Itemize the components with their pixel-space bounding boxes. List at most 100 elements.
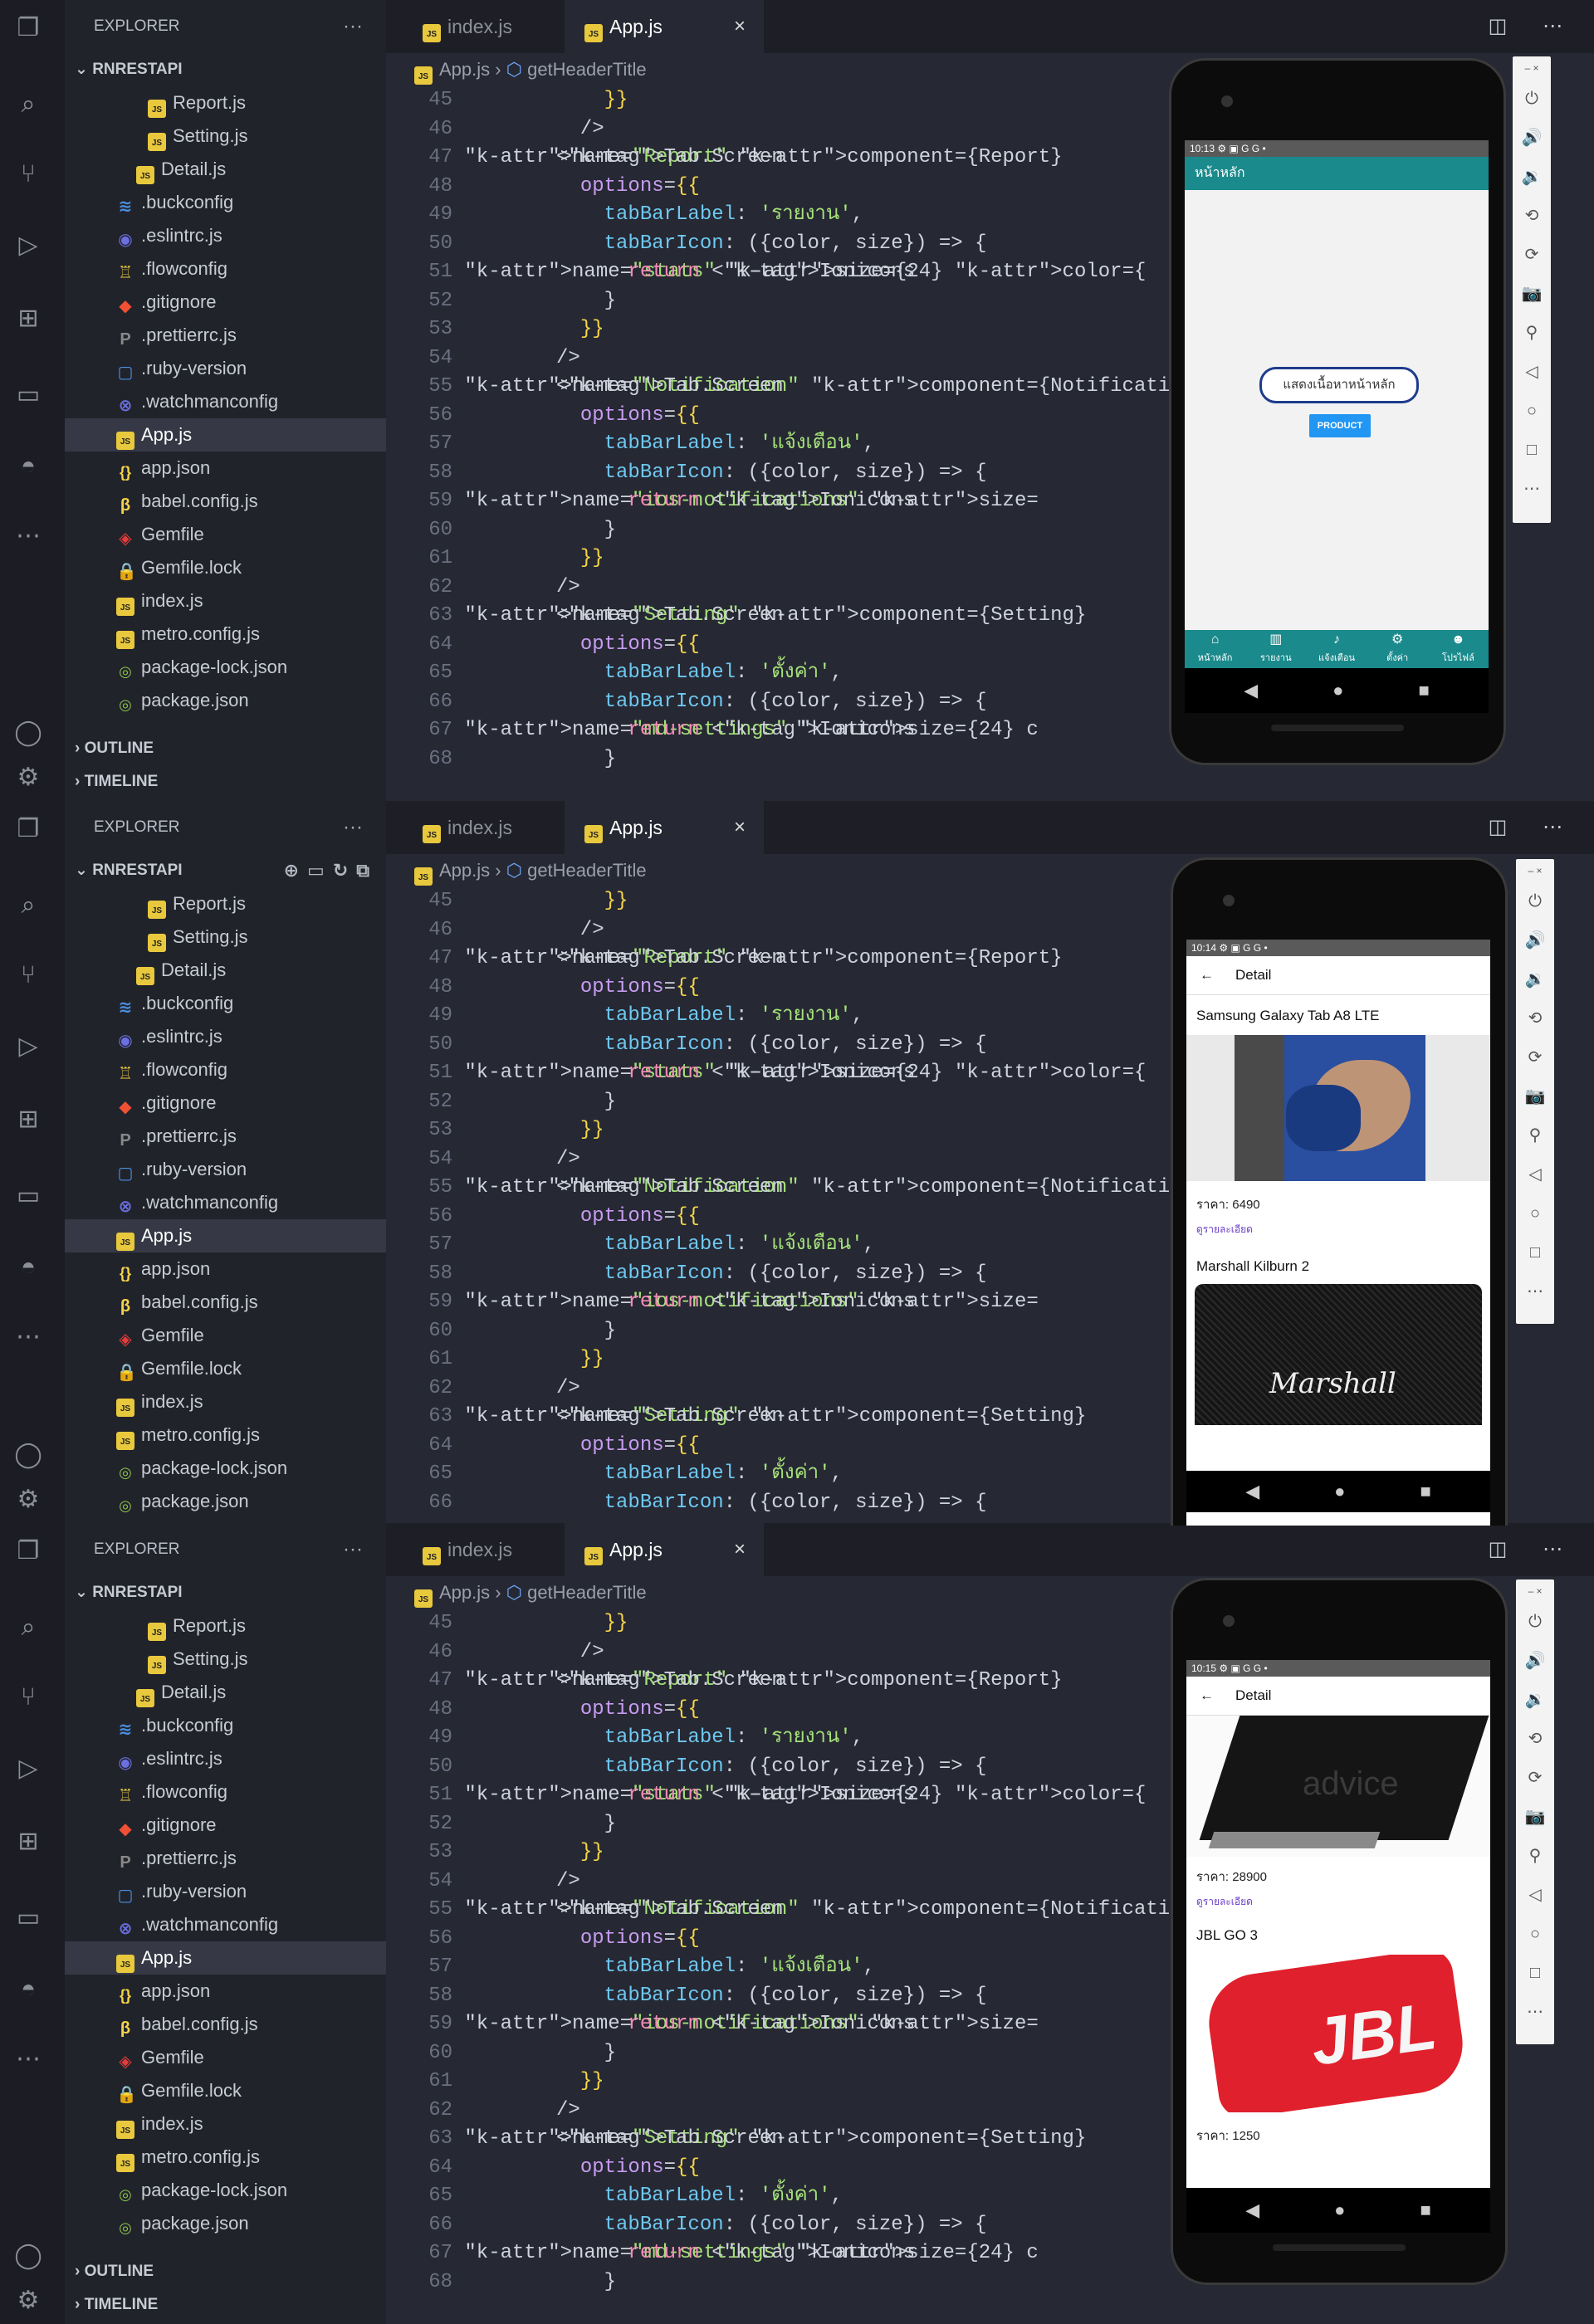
file-item[interactable]: JS App.js	[65, 1219, 386, 1252]
volume-down-icon[interactable]: 🔉	[1516, 1681, 1554, 1720]
detail-link[interactable]: ดูรายละเอียด	[1186, 1890, 1490, 1913]
close-icon[interactable]: ×	[734, 1523, 746, 1576]
file-item[interactable]: JS Detail.js	[65, 153, 386, 186]
run-debug-icon[interactable]: ▷	[12, 1030, 45, 1063]
timeline-section[interactable]: › TIMELINE	[65, 765, 386, 798]
file-item[interactable]: JS metro.config.js	[65, 2141, 386, 2174]
volume-up-icon[interactable]: 🔊	[1516, 1642, 1554, 1681]
file-item[interactable]: ≋ .buckconfig	[65, 987, 386, 1020]
camera-icon[interactable]: 📷	[1516, 1798, 1554, 1837]
nav-recent-icon[interactable]: ■	[1420, 2200, 1430, 2220]
outline-section[interactable]: › OUTLINE	[65, 2255, 386, 2288]
account-icon[interactable]: ◯	[12, 1438, 45, 1472]
home-icon[interactable]: ○	[1513, 392, 1551, 431]
file-item[interactable]: JS App.js	[65, 1941, 386, 1975]
file-item[interactable]: ▢ .ruby-version	[65, 352, 386, 385]
file-item[interactable]: ⊗ .watchmanconfig	[65, 385, 386, 418]
home-icon[interactable]: ○	[1516, 1194, 1554, 1233]
overview-icon[interactable]: □	[1516, 1233, 1554, 1272]
tab-report[interactable]: ▥ รายงาน	[1245, 630, 1306, 668]
account-icon[interactable]: ◯	[12, 2239, 45, 2273]
nav-home-icon[interactable]: ●	[1334, 1481, 1345, 1501]
power-icon[interactable]: ⏻	[1516, 1603, 1554, 1642]
file-item[interactable]: ◈ Gemfile	[65, 2041, 386, 2074]
volume-down-icon[interactable]: 🔉	[1513, 158, 1551, 197]
tab-app-js[interactable]: JS App.js ×	[565, 0, 764, 53]
tab-index-js[interactable]: JS index.js	[403, 801, 580, 854]
tab-index-js[interactable]: JS index.js	[403, 0, 580, 53]
camera-icon[interactable]: 📷	[1513, 275, 1551, 314]
camera-icon[interactable]: 📷	[1516, 1077, 1554, 1116]
nav-back-icon[interactable]: ◀	[1244, 680, 1258, 701]
remote-explorer-icon[interactable]: ▭	[12, 1179, 45, 1213]
file-item[interactable]: β babel.config.js	[65, 1286, 386, 1319]
breadcrumb-file[interactable]: App.js	[439, 860, 490, 881]
files-icon[interactable]: ❐	[12, 1535, 45, 1568]
files-icon[interactable]: ❐	[12, 813, 45, 846]
rotate-right-icon[interactable]: ⟳	[1516, 1759, 1554, 1798]
nav-back-icon[interactable]: ◀	[1245, 1481, 1259, 1501]
breadcrumb-symbol[interactable]: getHeaderTitle	[527, 1582, 646, 1603]
file-item[interactable]: JS Setting.js	[65, 1643, 386, 1676]
breadcrumb-symbol[interactable]: getHeaderTitle	[527, 860, 646, 881]
rotate-left-icon[interactable]: ⟲	[1516, 999, 1554, 1038]
file-item[interactable]: JS Detail.js	[65, 954, 386, 987]
run-debug-icon[interactable]: ▷	[12, 229, 45, 262]
settings-gear-icon[interactable]: ⚙	[12, 1483, 45, 1516]
zoom-icon[interactable]: ⚲	[1513, 314, 1551, 353]
nav-back-icon[interactable]: ◀	[1245, 2200, 1259, 2220]
search-icon[interactable]: ⌕	[12, 1611, 45, 1644]
more-actions-icon[interactable]: ···	[343, 801, 363, 854]
nav-recent-icon[interactable]: ■	[1418, 680, 1429, 701]
file-item[interactable]: JS metro.config.js	[65, 1418, 386, 1452]
home-icon[interactable]: ○	[1516, 1915, 1554, 1954]
file-item[interactable]: JS index.js	[65, 584, 386, 618]
search-icon[interactable]: ⌕	[12, 88, 45, 121]
file-item[interactable]: β babel.config.js	[65, 2008, 386, 2041]
rotate-right-icon[interactable]: ⟳	[1513, 236, 1551, 275]
more-icon[interactable]: ⋯	[12, 520, 45, 553]
file-item[interactable]: ▢ .ruby-version	[65, 1153, 386, 1186]
remote-explorer-icon[interactable]: ▭	[12, 1902, 45, 1935]
tab-app-js[interactable]: JS App.js ×	[565, 801, 764, 854]
docker-icon[interactable]: ◓	[12, 450, 45, 483]
breadcrumb-file[interactable]: App.js	[439, 1582, 490, 1603]
file-item[interactable]: ⊗ .watchmanconfig	[65, 1908, 386, 1941]
volume-down-icon[interactable]: 🔉	[1516, 960, 1554, 999]
extensions-icon[interactable]: ⊞	[12, 302, 45, 335]
file-item[interactable]: JS Report.js	[65, 86, 386, 120]
window-controls[interactable]: – ×	[1513, 56, 1551, 80]
back-arrow-icon[interactable]: ←	[1200, 967, 1214, 983]
timeline-section[interactable]: › TIMELINE	[65, 2288, 386, 2322]
file-item[interactable]: ◆ .gitignore	[65, 286, 386, 319]
back-icon[interactable]: ◁	[1516, 1876, 1554, 1915]
file-item[interactable]: JS Setting.js	[65, 120, 386, 153]
file-item[interactable]: ◆ .gitignore	[65, 1086, 386, 1120]
breadcrumb-file[interactable]: App.js	[439, 59, 490, 80]
account-icon[interactable]: ◯	[12, 716, 45, 749]
folder-root[interactable]: ⌄ RNRESTAPI ⊕▭↻⧉	[65, 854, 386, 887]
nav-home-icon[interactable]: ●	[1334, 2200, 1345, 2220]
file-item[interactable]: 🔒 Gemfile.lock	[65, 1352, 386, 1385]
tab-app-js[interactable]: JS App.js ×	[565, 1523, 764, 1576]
tab-notification[interactable]: ♪ แจ้งเตือน	[1306, 630, 1367, 668]
file-item[interactable]: P .prettierrc.js	[65, 319, 386, 352]
source-control-icon[interactable]: ⑂	[12, 1681, 45, 1714]
folder-root[interactable]: ⌄ RNRESTAPI	[65, 53, 386, 86]
close-icon[interactable]: ×	[734, 0, 746, 53]
breadcrumb-symbol[interactable]: getHeaderTitle	[527, 59, 646, 80]
tab-index-js[interactable]: JS index.js	[403, 1523, 580, 1576]
tab-home[interactable]: ⌂ หน้าหลัก	[1185, 630, 1245, 668]
file-item[interactable]: {} app.json	[65, 1975, 386, 2008]
remote-explorer-icon[interactable]: ▭	[12, 378, 45, 412]
tab-profile[interactable]: ☻ โปรไฟล์	[1428, 630, 1489, 668]
nav-recent-icon[interactable]: ■	[1420, 1481, 1430, 1501]
file-item[interactable]: JS index.js	[65, 1385, 386, 1418]
volume-up-icon[interactable]: 🔊	[1516, 921, 1554, 960]
file-item[interactable]: ◎ package-lock.json	[65, 1452, 386, 1485]
docker-icon[interactable]: ◓	[12, 1251, 45, 1284]
settings-gear-icon[interactable]: ⚙	[12, 2284, 45, 2317]
source-control-icon[interactable]: ⑂	[12, 158, 45, 191]
file-item[interactable]: ◎ package-lock.json	[65, 2174, 386, 2207]
file-item[interactable]: ♖ .flowconfig	[65, 1775, 386, 1809]
